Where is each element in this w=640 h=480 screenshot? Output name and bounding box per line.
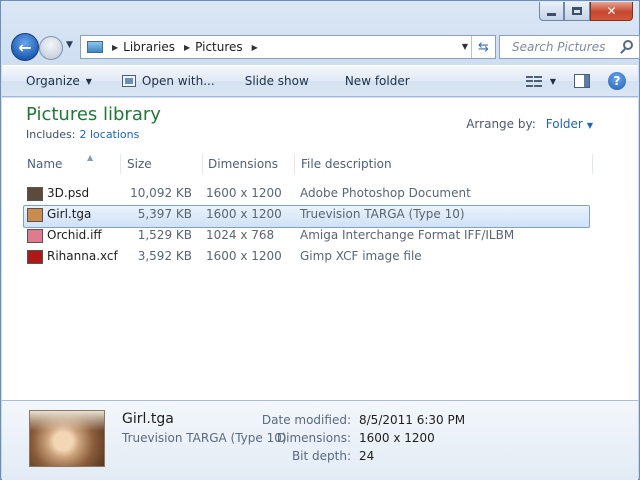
table-row[interactable]: Rihanna.xcf 3,592 KB 1600 x 1200 Gimp XC… <box>2 247 638 268</box>
file-size: 5,397 KB <box>137 207 192 221</box>
forward-button[interactable] <box>39 36 63 60</box>
open-with-button[interactable]: Open with... <box>102 66 225 96</box>
open-with-icon <box>121 75 136 87</box>
maximize-button[interactable] <box>564 2 590 21</box>
column-header-size[interactable]: Size <box>123 154 203 174</box>
file-dimensions: 1024 x 768 <box>206 228 275 242</box>
column-header-file-description[interactable]: File description <box>297 154 593 174</box>
arrange-by-label: Arrange by: <box>466 117 536 131</box>
arrange-by: Arrange by: Folder ▼ <box>466 117 593 131</box>
breadcrumb-arrow-icon[interactable]: ▶ <box>252 43 258 52</box>
file-rows: 3D.psd 10,092 KB 1600 x 1200 Adobe Photo… <box>2 184 638 268</box>
navigation-bar: ← ▼ ▶ Libraries ▶ Pictures ▶ ▼ ⇆ Search … <box>9 31 640 63</box>
address-bar[interactable]: ▶ Libraries ▶ Pictures ▶ ▼ ⇆ <box>80 35 496 59</box>
dimensions-label: Dimensions: <box>276 431 351 445</box>
close-button[interactable]: ✕ <box>590 2 633 21</box>
file-description: Adobe Photoshop Document <box>300 186 471 200</box>
search-box[interactable]: Search Pictures <box>499 35 640 59</box>
new-folder-label: New folder <box>344 74 410 88</box>
details-pane: Girl.tga Truevision TARGA (Type 10) Date… <box>2 400 638 480</box>
file-list-pane: Pictures library Includes: 2 locations Ar… <box>2 98 638 400</box>
column-header-label: Name <box>27 157 63 171</box>
search-input[interactable]: Search Pictures <box>512 40 605 54</box>
sort-ascending-icon: ▲ <box>87 153 94 162</box>
file-size: 1,529 KB <box>137 228 192 242</box>
column-header-label: Dimensions <box>208 157 279 171</box>
breadcrumb-arrow-icon[interactable]: ▶ <box>184 43 190 52</box>
recent-pages-button[interactable]: ▼ <box>66 40 76 54</box>
slide-show-button[interactable]: Slide show <box>225 66 319 96</box>
libraries-folder-icon <box>87 41 103 53</box>
dimensions-value: 1600 x 1200 <box>359 431 435 445</box>
slide-show-label: Slide show <box>244 74 309 88</box>
column-headers: Name ▲ Size Dimensions File description <box>2 153 638 174</box>
help-icon[interactable]: ? <box>608 72 626 90</box>
file-name: 3D.psd <box>47 186 90 200</box>
address-dropdown-icon[interactable]: ▼ <box>462 42 468 51</box>
views-dropdown-icon[interactable]: ▼ <box>550 77 556 86</box>
file-description: Truevision TARGA (Type 10) <box>300 207 465 221</box>
column-header-label: File description <box>301 157 392 171</box>
new-folder-button[interactable]: New folder <box>319 66 420 96</box>
bit-depth-value: 24 <box>359 449 375 463</box>
file-thumbnail-icon <box>27 229 43 243</box>
file-description: Gimp XCF image file <box>300 249 422 263</box>
explorer-window: ✕ ← ▼ ▶ Libraries ▶ Pictures ▶ ▼ ⇆ Searc… <box>0 0 640 480</box>
file-name: Orchid.iff <box>47 228 102 242</box>
breadcrumb-libraries[interactable]: Libraries <box>123 40 175 54</box>
selected-file-type: Truevision TARGA (Type 10) <box>122 431 287 445</box>
minimize-icon <box>547 12 556 16</box>
file-description: Amiga Interchange Format IFF/ILBM <box>300 228 515 242</box>
selected-file-preview-image <box>29 410 105 467</box>
file-thumbnail-icon <box>27 187 43 201</box>
chevron-down-icon: ▼ <box>85 76 92 86</box>
back-button[interactable]: ← <box>11 33 39 61</box>
locations-link[interactable]: 2 locations <box>79 128 139 141</box>
preview-pane-icon[interactable] <box>574 74 590 88</box>
file-name: Girl.tga <box>47 207 92 221</box>
organize-button[interactable]: Organize ▼ <box>2 66 102 96</box>
refresh-button[interactable]: ⇆ <box>471 36 495 58</box>
library-includes: Includes: 2 locations <box>26 128 139 141</box>
table-row[interactable]: Girl.tga 5,397 KB 1600 x 1200 Truevision… <box>2 205 638 228</box>
open-with-label: Open with... <box>141 74 215 88</box>
file-name: Rihanna.xcf <box>47 249 118 263</box>
column-header-name[interactable]: Name ▲ <box>23 153 121 174</box>
arrange-by-value[interactable]: Folder <box>546 117 583 131</box>
file-thumbnail-icon <box>27 250 43 264</box>
file-dimensions: 1600 x 1200 <box>206 207 282 221</box>
minimize-button[interactable] <box>539 2 564 21</box>
column-header-dimensions[interactable]: Dimensions <box>204 154 295 174</box>
close-icon: ✕ <box>606 4 617 18</box>
selected-file-name: Girl.tga <box>122 411 174 427</box>
chevron-down-icon: ▼ <box>66 40 73 50</box>
file-dimensions: 1600 x 1200 <box>206 249 282 263</box>
date-modified-value[interactable]: 8/5/2011 6:30 PM <box>359 413 465 427</box>
library-title: Pictures library <box>26 104 161 125</box>
file-thumbnail-icon <box>27 208 43 222</box>
back-arrow-icon: ← <box>18 37 32 57</box>
breadcrumb-arrow-icon[interactable]: ▶ <box>112 43 118 52</box>
organize-label: Organize <box>26 74 80 88</box>
column-header-label: Size <box>127 157 152 171</box>
change-view-icon[interactable] <box>525 75 542 87</box>
table-row[interactable]: Orchid.iff 1,529 KB 1024 x 768 Amiga Int… <box>2 226 638 247</box>
chevron-down-icon[interactable]: ▼ <box>587 121 593 130</box>
refresh-icon: ⇆ <box>478 39 489 55</box>
search-icon <box>623 40 633 50</box>
file-dimensions: 1600 x 1200 <box>206 186 282 200</box>
file-size: 10,092 KB <box>130 186 192 200</box>
maximize-icon <box>572 7 582 15</box>
command-bar-right: ▼ ? <box>525 66 638 96</box>
includes-label: Includes: <box>26 128 76 141</box>
command-bar: Organize ▼ Open with... Slide show New fo… <box>2 65 638 97</box>
date-modified-label: Date modified: <box>261 413 351 427</box>
caption-buttons: ✕ <box>539 2 633 22</box>
file-size: 3,592 KB <box>137 249 192 263</box>
table-row[interactable]: 3D.psd 10,092 KB 1600 x 1200 Adobe Photo… <box>2 184 638 205</box>
breadcrumb-pictures[interactable]: Pictures <box>195 40 243 54</box>
bit-depth-label: Bit depth: <box>291 449 351 463</box>
